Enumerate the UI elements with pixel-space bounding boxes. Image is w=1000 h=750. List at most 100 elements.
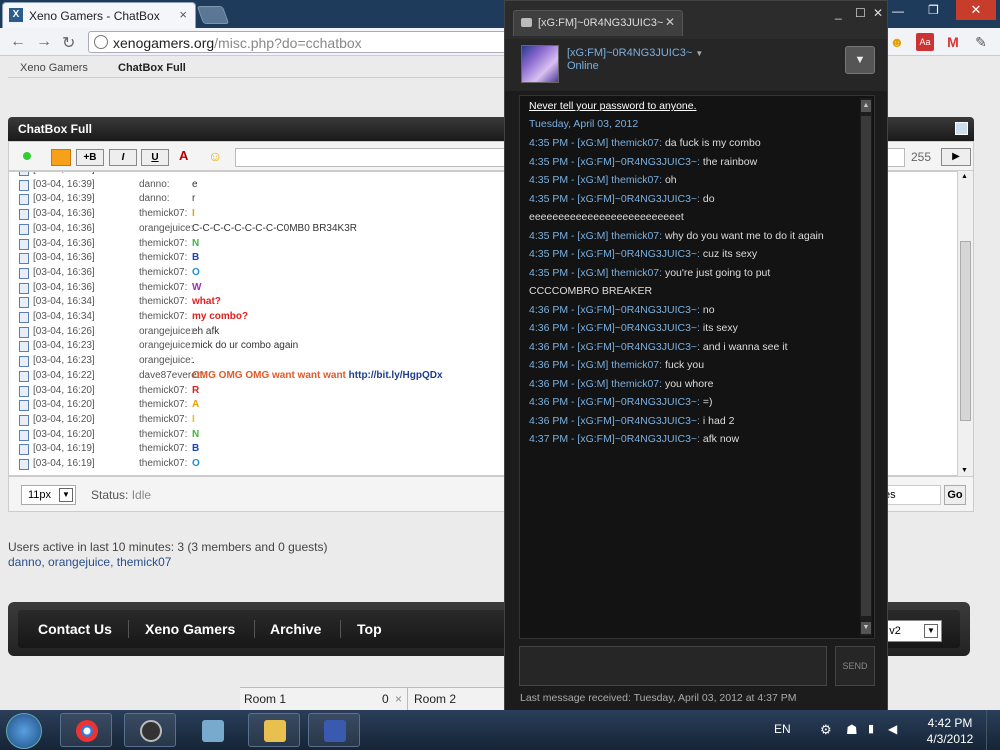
message-icon[interactable] [19,414,29,426]
new-tab-button[interactable] [196,6,230,24]
message-author[interactable]: danno: [139,172,170,175]
message-author[interactable]: themick07: [139,208,187,219]
message-icon[interactable] [19,194,29,206]
message-author[interactable]: themick07: [139,238,187,249]
taskbar-notes[interactable] [186,713,238,747]
message-link[interactable]: http://bit.ly/HgpQDx [349,370,443,381]
font-size-select[interactable]: 11px ▼ [21,485,76,505]
chat-user-name[interactable]: [xG:FM]~0R4NG3JUIC3~ ▼ [567,47,703,59]
chat-options-button[interactable]: ▼ [845,46,875,74]
room-tab-2[interactable]: Room 2 [414,692,456,706]
message-icon[interactable] [19,172,29,176]
start-button[interactable] [6,713,42,749]
message-icon[interactable] [19,223,29,235]
message-author[interactable]: orangejuice: [139,355,193,366]
scroll-thumb[interactable] [861,116,871,616]
message-author[interactable]: danno: [139,179,170,190]
reload-icon[interactable]: ↻ [62,33,75,53]
font-size-icon[interactable]: A [179,148,188,163]
minimize-icon[interactable]: _ [835,6,842,20]
gmail-icon[interactable]: M [944,33,962,51]
message-icon[interactable] [19,253,29,265]
system-clock[interactable]: 4:42 PM 4/3/2012 [926,715,974,747]
message-author[interactable]: themick07: [139,443,187,454]
message-icon[interactable] [19,312,29,323]
message-icon[interactable] [19,370,29,382]
message-icon[interactable] [19,282,29,294]
message-icon[interactable] [19,459,29,470]
language-indicator[interactable]: EN [774,722,791,736]
maximize-icon[interactable]: ☐ [855,6,866,20]
message-icon[interactable] [19,297,29,309]
taskbar-steam[interactable] [124,713,176,747]
scroll-down-icon[interactable]: ▼ [961,467,968,474]
footer-link-contact[interactable]: Contact Us [38,621,112,637]
message-author[interactable]: themick07: [139,414,187,425]
scroll-down-icon[interactable]: ▼ [861,622,871,634]
footer-link-top[interactable]: Top [357,621,382,637]
chat-tab[interactable]: [xG:FM]~0R4NG3JUIC3~ ✕ [513,10,683,36]
avatar[interactable] [521,45,559,83]
chatbox-scrollbar[interactable]: ▲ ▼ [957,171,973,476]
chat-scrollbar[interactable]: ▲ ▼ [860,98,872,636]
chat-input[interactable] [519,646,827,686]
message-icon[interactable] [19,179,29,191]
taskbar-paint[interactable] [308,713,360,747]
message-icon[interactable] [19,444,29,456]
message-author[interactable]: themick07: [139,267,187,278]
underline-button[interactable]: U [141,149,169,166]
scroll-up-icon[interactable]: ▲ [961,173,968,180]
message-icon[interactable] [19,429,29,441]
active-users-list[interactable]: danno, orangejuice, themick07 [8,555,171,569]
message-author[interactable]: themick07: [139,296,187,307]
message-icon[interactable] [19,341,29,353]
message-icon[interactable] [19,267,29,279]
network-icon[interactable]: ▮ [868,722,874,735]
extension-icon[interactable]: ☻ [888,33,906,51]
footer-link-home[interactable]: Xeno Gamers [145,621,235,637]
close-window-icon[interactable]: ✕ [956,0,996,20]
tab-close-icon[interactable]: × [179,7,187,22]
message-author[interactable]: themick07: [139,282,187,293]
italic-button[interactable]: I [109,149,137,166]
collapse-icon[interactable] [955,122,968,135]
restore-icon[interactable]: ❐ [928,3,939,17]
scroll-up-icon[interactable]: ▲ [861,100,871,112]
chat-tab-close-icon[interactable]: ✕ [665,15,675,29]
minimize-icon[interactable]: — [892,4,904,18]
breadcrumb-site-link[interactable]: Xeno Gamers [20,62,88,74]
message-author[interactable]: orangejuice: [139,326,193,337]
message-author[interactable]: themick07: [139,311,187,322]
room-tab-1[interactable]: Room 1 [244,692,286,706]
footer-link-archive[interactable]: Archive [270,621,321,637]
steam-tray-icon[interactable]: ⚙ [820,722,832,738]
wrench-icon[interactable]: ✎ [972,33,990,51]
taskbar-chrome[interactable] [60,713,112,747]
message-author[interactable]: themick07: [139,429,187,440]
scroll-thumb[interactable] [960,241,971,421]
message-author[interactable]: orangejuice: [139,223,193,234]
volume-icon[interactable]: ◀ [888,722,897,736]
browser-tab[interactable]: X Xeno Gamers - ChatBox × [2,2,196,28]
submit-arrow-button[interactable]: ▶ [941,148,971,166]
show-desktop-button[interactable] [986,710,1000,750]
message-author[interactable]: themick07: [139,458,187,469]
smiley-icon[interactable]: ☺ [208,148,222,164]
message-icon[interactable] [19,209,29,221]
message-icon[interactable] [19,356,29,368]
back-icon[interactable]: ← [10,33,26,51]
bold-button[interactable]: +B [76,149,104,166]
message-author[interactable]: themick07: [139,385,187,396]
forward-icon[interactable]: → [36,33,52,51]
message-icon[interactable] [19,400,29,412]
room-1-close-icon[interactable]: × [395,692,402,706]
message-icon[interactable] [19,385,29,397]
tray-app-icon[interactable]: ☗ [846,722,858,738]
message-icon[interactable] [19,326,29,338]
send-button[interactable]: SEND [835,646,875,686]
go-button[interactable]: Go [944,485,966,505]
room-select[interactable]: es [879,485,941,505]
adobe-icon[interactable]: Aa [916,33,934,51]
address-bar[interactable]: xenogamers.org/misc.php?do=cchatbox [88,31,508,53]
message-icon[interactable] [19,238,29,250]
